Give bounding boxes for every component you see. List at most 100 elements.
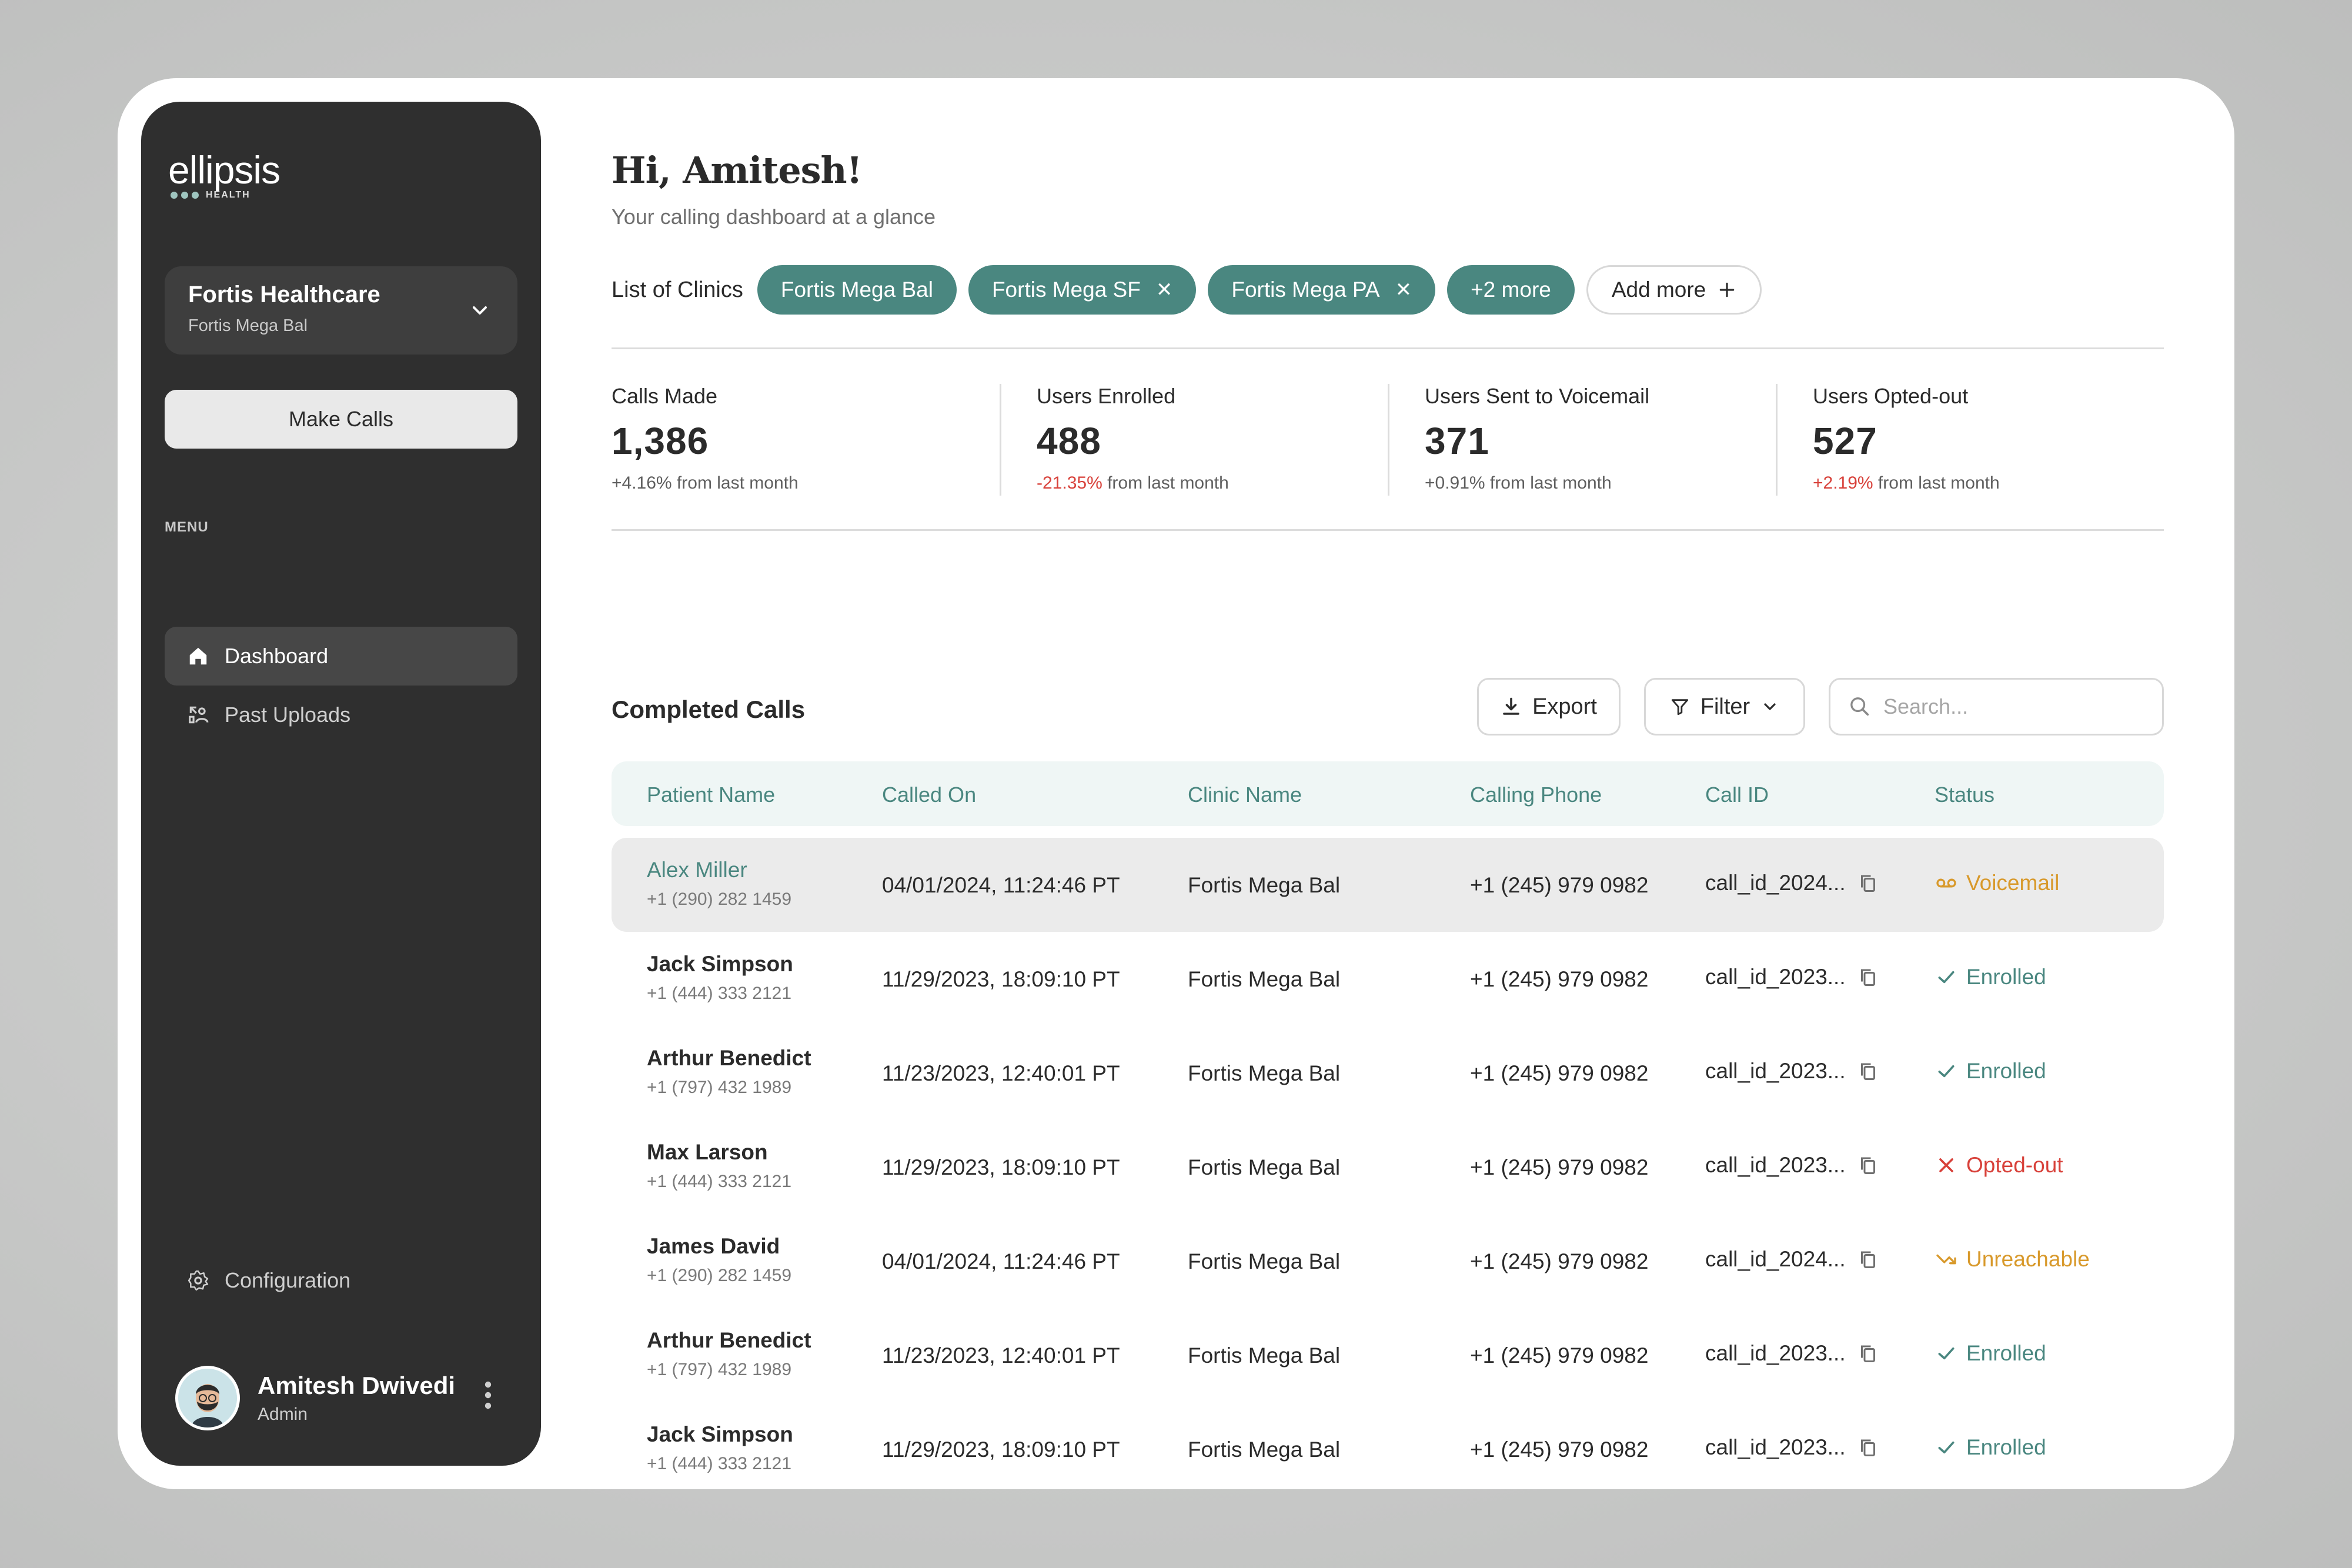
called-on-cell: 11/23/2023, 12:40:01 PT — [882, 1343, 1120, 1368]
copy-icon[interactable] — [1857, 1437, 1879, 1458]
call-id-text: call_id_2024... — [1705, 1247, 1846, 1271]
sidebar-item-configuration[interactable]: Configuration — [165, 1257, 517, 1304]
voicemail-icon — [1935, 871, 1958, 895]
call-id-text: call_id_2023... — [1705, 1435, 1846, 1459]
call-id-text: call_id_2023... — [1705, 965, 1846, 989]
close-icon[interactable]: ✕ — [1156, 278, 1173, 302]
make-calls-button[interactable]: Make Calls — [165, 390, 517, 449]
more-vertical-icon[interactable] — [482, 1378, 494, 1413]
call-id-cell: call_id_2023... — [1705, 1059, 1879, 1084]
stat-change-suffix: from last month — [1485, 473, 1612, 493]
add-clinic-button[interactable]: Add more — [1586, 265, 1762, 315]
clinic-name-cell: Fortis Mega Bal — [1188, 1061, 1341, 1085]
stats-row: Calls Made 1,386 +4.16% from last month … — [612, 384, 2164, 496]
clinic-chip[interactable]: Fortis Mega PA ✕ — [1208, 265, 1436, 315]
called-on-cell: 11/29/2023, 18:09:10 PT — [882, 967, 1120, 991]
call-id-text: call_id_2023... — [1705, 1341, 1846, 1365]
chevron-down-icon — [1764, 703, 1776, 710]
table-row[interactable]: Arthur Benedict +1 (797) 432 1989 11/23/20… — [612, 1308, 2164, 1402]
user-profile[interactable]: Amitesh Dwivedi Admin — [175, 1366, 455, 1430]
calling-phone-cell: +1 (245) 979 0982 — [1470, 873, 1649, 897]
filter-button[interactable]: Filter — [1644, 678, 1805, 735]
table-row[interactable]: Jack Simpson +1 (444) 333 2121 11/29/2023,… — [612, 932, 2164, 1026]
column-header[interactable]: Clinic Name — [1188, 783, 1302, 807]
stat-change-suffix: from last month — [1102, 473, 1229, 493]
patient-name[interactable]: Jack Simpson — [647, 952, 793, 977]
copy-icon[interactable] — [1857, 1061, 1879, 1082]
call-id-text: call_id_2024... — [1705, 871, 1846, 895]
call-id-cell: call_id_2023... — [1705, 1153, 1879, 1178]
patient-name[interactable]: Arthur Benedict — [647, 1046, 811, 1071]
patient-phone: +1 (290) 282 1459 — [647, 1266, 792, 1285]
chevron-down-icon — [473, 306, 487, 315]
sidebar-item-dashboard[interactable]: Dashboard — [165, 627, 517, 686]
called-on-cell: 04/01/2024, 11:24:46 PT — [882, 873, 1120, 897]
stat-change: +0.91% from last month — [1425, 473, 1776, 493]
sidebar-item-past-uploads[interactable]: Past Uploads — [165, 686, 517, 744]
clinics-filter-row: List of Clinics Fortis Mega Bal Fortis M… — [612, 265, 1762, 315]
table-row[interactable]: James David +1 (290) 282 1459 04/01/2024, … — [612, 1214, 2164, 1308]
patient-name[interactable]: Alex Miller — [647, 858, 791, 882]
close-icon[interactable]: ✕ — [1395, 278, 1412, 302]
logo-dot — [171, 192, 178, 199]
search-box — [1829, 678, 2164, 735]
column-header[interactable]: Status — [1935, 783, 1994, 807]
table-header: Patient Name Called On Clinic Name Calli… — [612, 761, 2164, 826]
clinic-name-cell: Fortis Mega Bal — [1188, 1249, 1341, 1273]
sidebar-item-label: Past Uploads — [225, 703, 351, 727]
patient-name[interactable]: Max Larson — [647, 1140, 791, 1165]
clinic-chip[interactable]: Fortis Mega Bal — [757, 265, 957, 315]
main-content: Hi, Amitesh! Your calling dashboard at a… — [612, 78, 2164, 1489]
call-id-cell: call_id_2023... — [1705, 1341, 1879, 1366]
search-input[interactable] — [1883, 694, 2142, 719]
call-id-cell: call_id_2023... — [1705, 1435, 1879, 1460]
status-badge: Unreachable — [1935, 1247, 2090, 1272]
app-window: ellipsis HEALTH Fortis Healthcare Fortis… — [118, 78, 2234, 1489]
column-header[interactable]: Calling Phone — [1470, 783, 1602, 807]
patient-cell: Arthur Benedict +1 (797) 432 1989 — [647, 1328, 811, 1380]
copy-icon[interactable] — [1857, 967, 1879, 988]
patient-name[interactable]: James David — [647, 1234, 791, 1259]
clinic-name-cell: Fortis Mega Bal — [1188, 1437, 1341, 1462]
export-button[interactable]: Export — [1477, 678, 1621, 735]
patient-name[interactable]: Jack Simpson — [647, 1422, 793, 1447]
filter-icon — [1671, 699, 1688, 716]
patient-phone: +1 (797) 432 1989 — [647, 1360, 792, 1379]
copy-icon[interactable] — [1857, 1155, 1879, 1176]
column-header[interactable]: Patient Name — [647, 783, 775, 807]
patient-cell: Max Larson +1 (444) 333 2121 — [647, 1140, 791, 1192]
user-name: Amitesh Dwivedi — [258, 1372, 456, 1399]
calling-phone-cell: +1 (245) 979 0982 — [1470, 1061, 1649, 1085]
copy-icon[interactable] — [1857, 872, 1879, 894]
column-header[interactable]: Called On — [882, 783, 976, 807]
menu-section-label: MENU — [165, 519, 209, 535]
stat-value: 527 — [1813, 420, 1877, 462]
sidebar-item-label: Dashboard — [225, 644, 329, 668]
stat-value: 371 — [1425, 420, 1489, 462]
status-badge: Enrolled — [1935, 1341, 2046, 1366]
more-clinics-chip[interactable]: +2 more — [1447, 265, 1575, 315]
table-row[interactable]: Max Larson +1 (444) 333 2121 11/29/2023, 1… — [612, 1120, 2164, 1214]
calling-phone-cell: +1 (245) 979 0982 — [1470, 1437, 1649, 1462]
copy-icon[interactable] — [1857, 1249, 1879, 1270]
table-row[interactable]: Alex Miller +1 (290) 282 1459 04/01/2024, … — [612, 838, 2164, 932]
stat-value: 488 — [1037, 420, 1101, 462]
table-row[interactable]: Arthur Benedict +1 (797) 432 1989 11/23/20… — [612, 1026, 2164, 1120]
copy-icon[interactable] — [1857, 1343, 1879, 1364]
stat-change-value: +0.91% — [1425, 473, 1485, 493]
table-row[interactable]: Jack Simpson +1 (444) 333 2121 11/29/2023,… — [612, 1402, 2164, 1489]
patient-phone: +1 (444) 333 2121 — [647, 1454, 792, 1473]
called-on-cell: 11/29/2023, 18:09:10 PT — [882, 1155, 1120, 1179]
organization-clinic: Fortis Mega Bal — [188, 316, 308, 335]
clinic-name-cell: Fortis Mega Bal — [1188, 1155, 1341, 1179]
stat-users-opted-out: Users Opted-out 527 +2.19% from last mon… — [1776, 384, 2164, 496]
patient-name[interactable]: Arthur Benedict — [647, 1328, 811, 1353]
organization-selector[interactable]: Fortis Healthcare Fortis Mega Bal — [165, 266, 517, 355]
logo-dot — [181, 192, 188, 199]
logo-subtext: HEALTH — [206, 190, 250, 200]
avatar — [175, 1366, 240, 1430]
call-id-cell: call_id_2023... — [1705, 965, 1879, 989]
clinic-chip[interactable]: Fortis Mega SF ✕ — [968, 265, 1197, 315]
patient-cell: Jack Simpson +1 (444) 333 2121 — [647, 952, 793, 1004]
column-header[interactable]: Call ID — [1705, 783, 1769, 807]
